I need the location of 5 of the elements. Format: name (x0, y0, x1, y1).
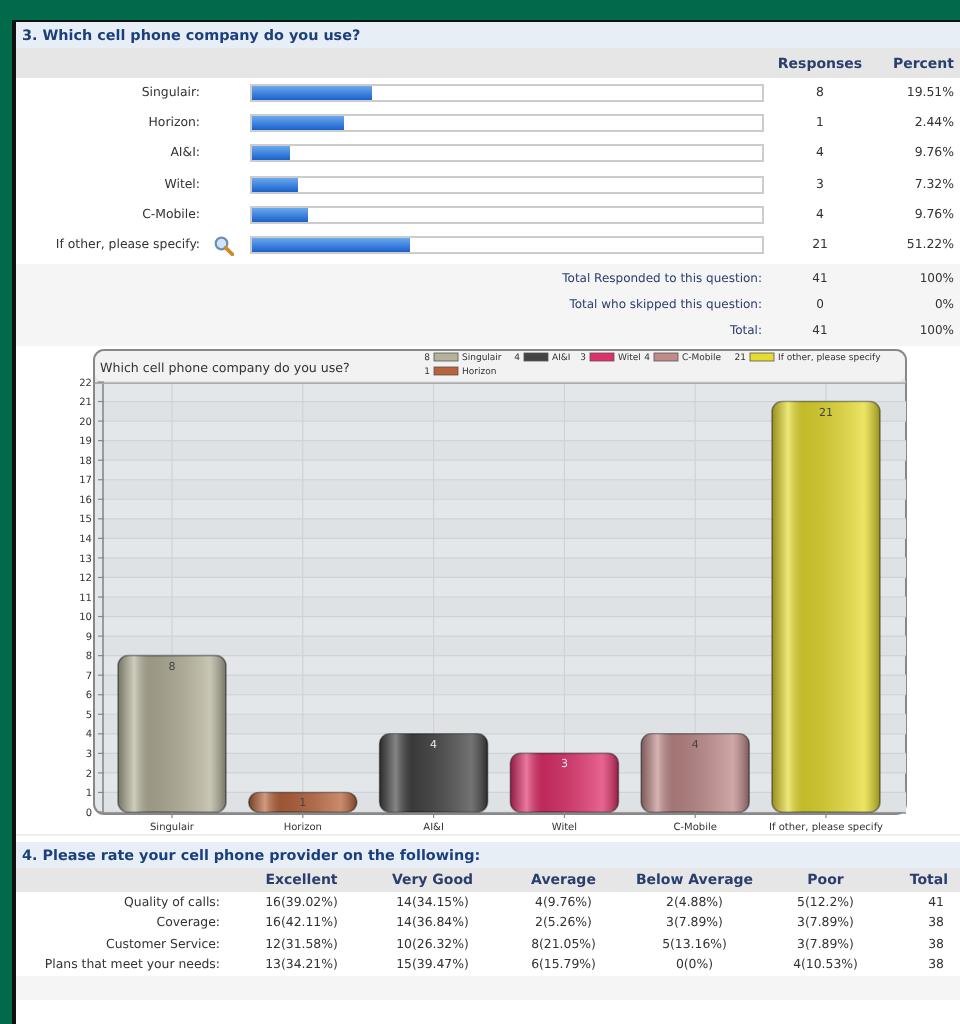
search-icon[interactable] (214, 235, 234, 256)
chart-bar (248, 791, 358, 814)
chart-bar (509, 752, 620, 814)
chart-bar (378, 733, 489, 814)
chart-bar (640, 733, 750, 814)
